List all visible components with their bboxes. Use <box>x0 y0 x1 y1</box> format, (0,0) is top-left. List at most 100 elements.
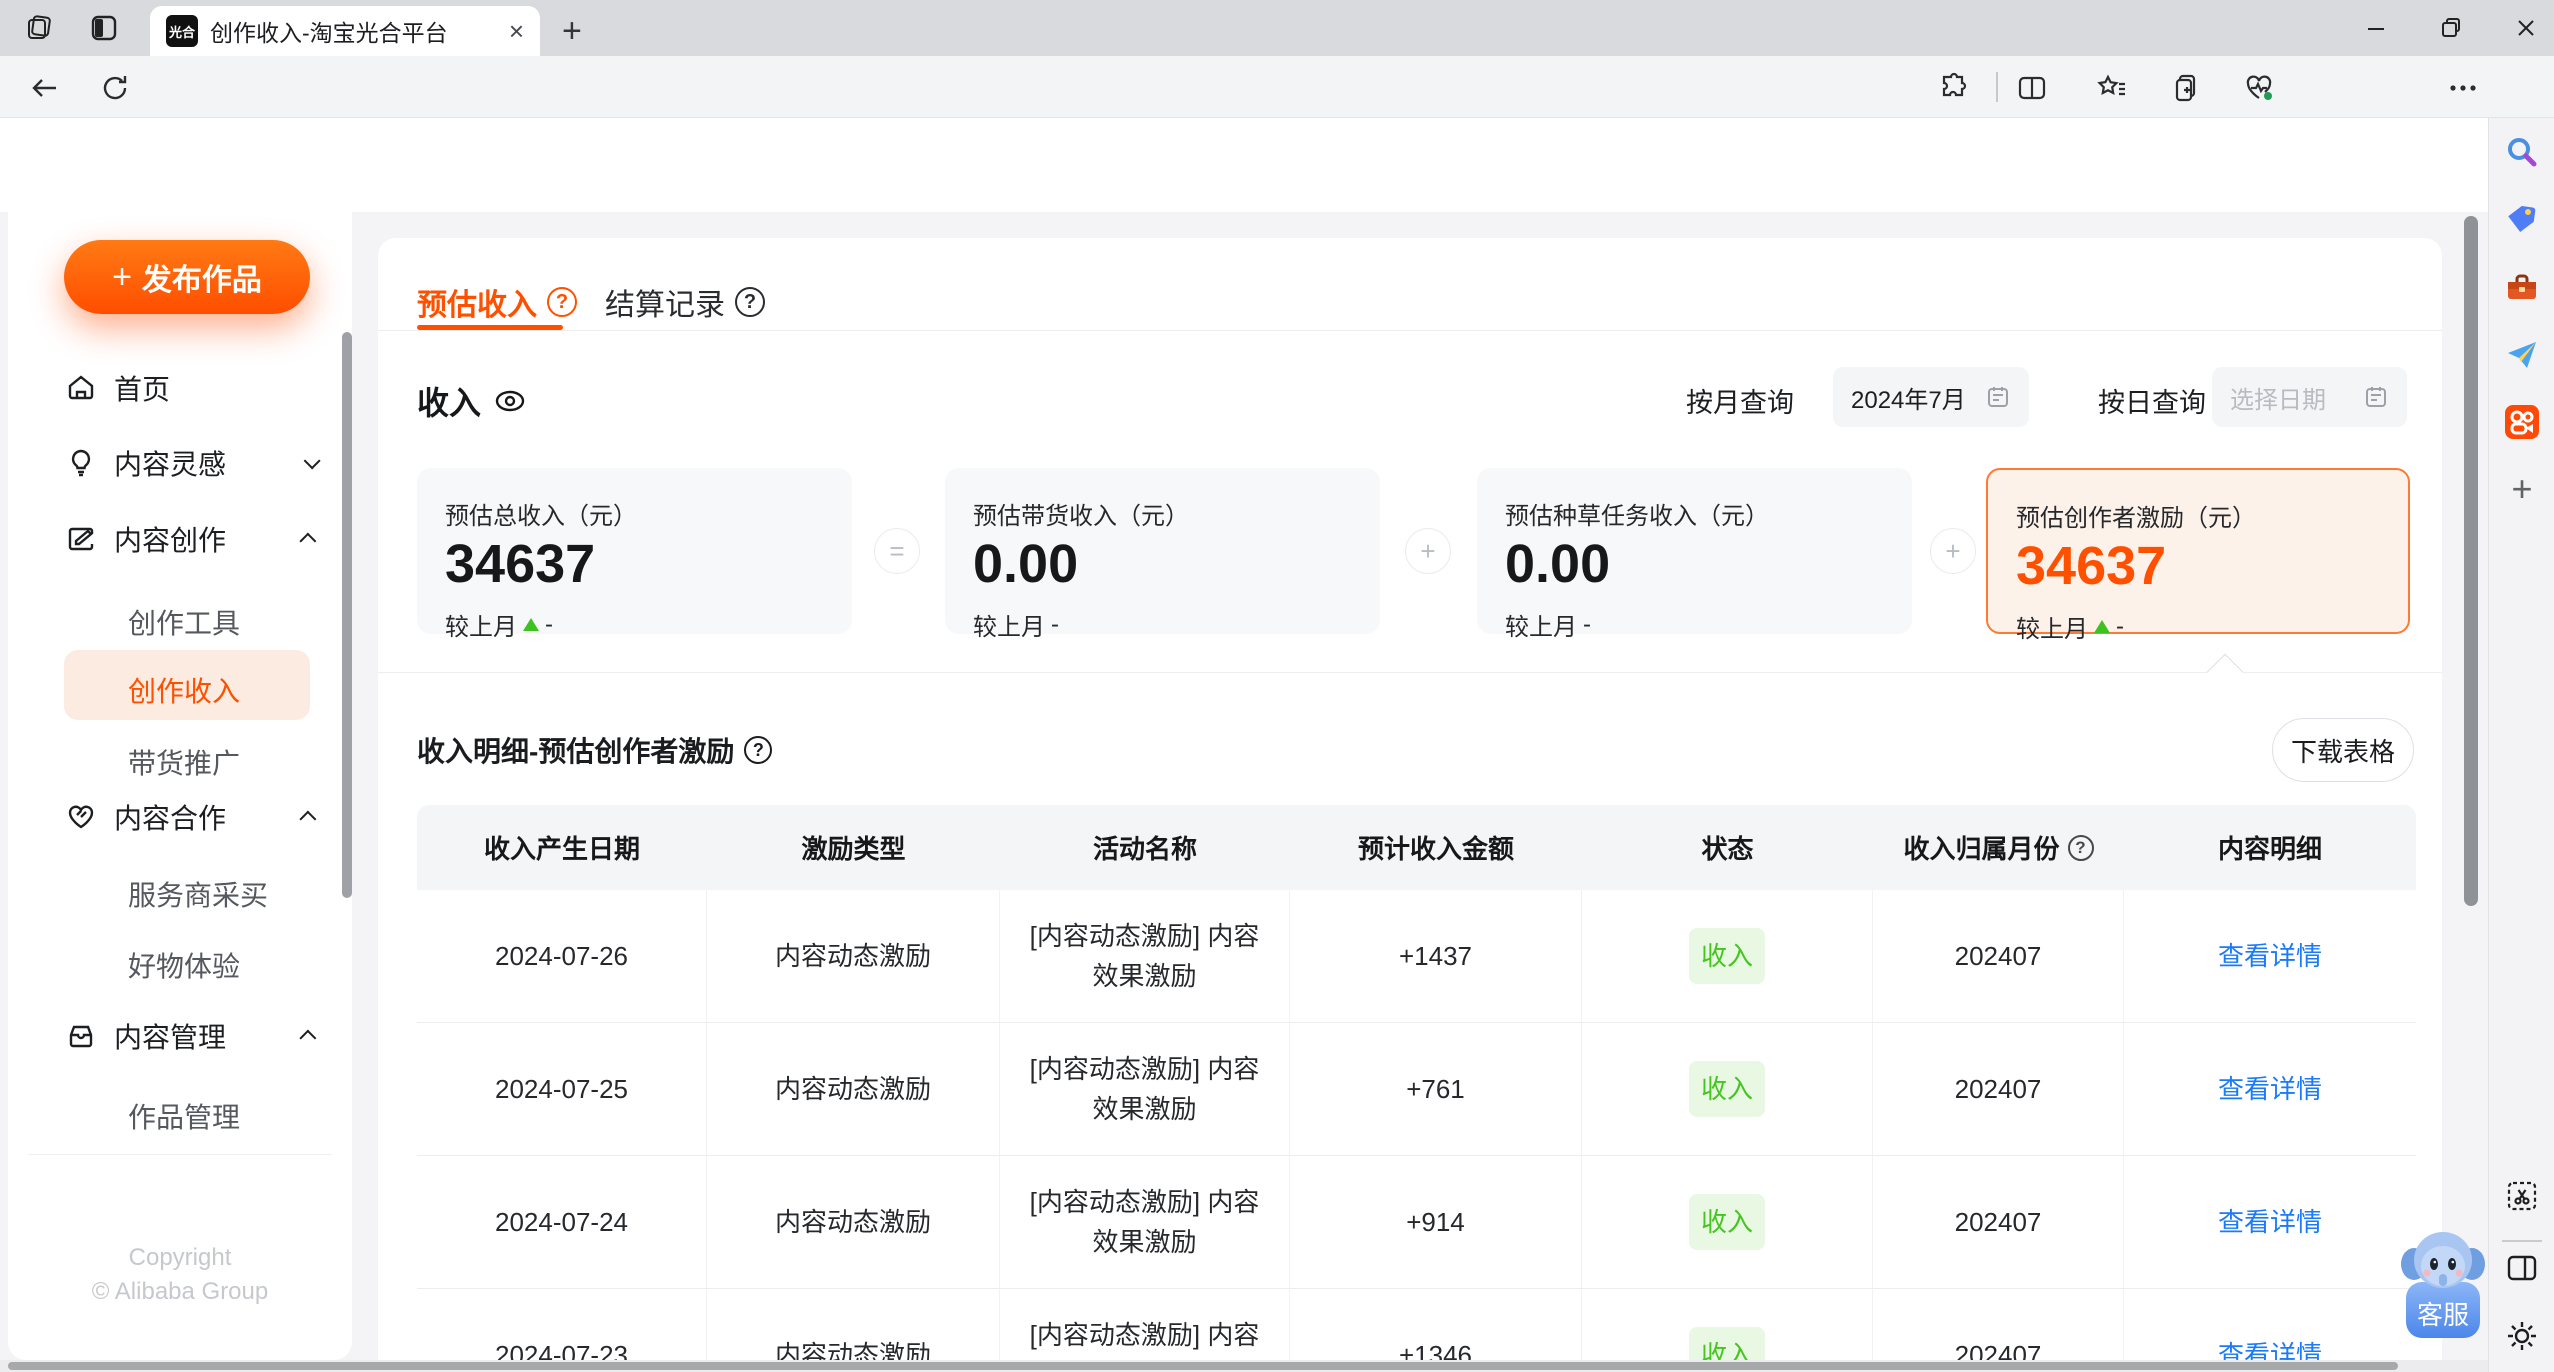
selected-card-caret <box>2206 653 2244 691</box>
cell-type: 内容动态激励 <box>707 1023 1000 1156</box>
more-icon[interactable] <box>2448 82 2478 94</box>
split-screen-icon[interactable] <box>2016 72 2048 104</box>
publish-button[interactable]: + 发布作品 <box>64 240 310 314</box>
sidebar-item-promotion[interactable]: 带货推广 <box>128 742 240 782</box>
minimize-icon[interactable] <box>2362 14 2390 42</box>
divider <box>378 330 2442 331</box>
eye-icon[interactable] <box>493 384 527 418</box>
sidebar-item-inspiration[interactable]: 内容灵感 <box>8 433 352 493</box>
sidebar-item-works-management[interactable]: 作品管理 <box>128 1096 240 1136</box>
card-value: 0.00 <box>1505 534 1611 594</box>
view-details-link[interactable]: 查看详情 <box>2218 1069 2322 1109</box>
restore-icon[interactable] <box>2437 14 2465 42</box>
browser-toolbar: https://creator.guanghe.taobao.com/page/… <box>0 56 2554 167</box>
sidebar-item-creation[interactable]: 内容创作 <box>8 509 352 569</box>
sidebar-divider <box>28 1154 332 1155</box>
paper-plane-icon[interactable] <box>2504 337 2540 373</box>
cell-activity: [内容动态激励] 内容效果激励 <box>1000 1156 1290 1289</box>
plus-operator: + <box>1405 528 1451 574</box>
sidebar-item-product-trial[interactable]: 好物体验 <box>128 945 240 985</box>
month-picker[interactable]: 2024年7月 <box>1833 367 2029 427</box>
copyright-line1: Copyright <box>128 1244 232 1271</box>
main-panel: 预估收入 ? 结算记录 ? 收入 按月查询 2024年7月 按日查询 选择日期 … <box>378 238 2442 1372</box>
sidebar-divider <box>2502 1240 2542 1242</box>
workspaces-icon[interactable] <box>26 14 54 42</box>
calendar-icon <box>2363 384 2389 410</box>
card-creator-incentive[interactable]: 预估创作者激励（元） 34637 较上月 - <box>1986 468 2410 643</box>
tab-settlement-records[interactable]: 结算记录 ? <box>605 280 765 324</box>
sidebar-item-creation-income[interactable]: 创作收入 <box>128 670 240 710</box>
settings-gear-icon[interactable] <box>2504 1318 2540 1354</box>
collections-icon[interactable] <box>2171 72 2203 104</box>
heart-hands-icon <box>66 802 96 832</box>
col-header-status: 状态 <box>1582 805 1873 890</box>
shopping-tag-icon[interactable] <box>2504 202 2540 238</box>
sidebar-item-creation-tools[interactable]: 创作工具 <box>128 602 240 642</box>
tab-label: 预估收入 <box>417 289 537 322</box>
help-icon[interactable]: ? <box>2067 834 2094 861</box>
col-header-activity: 活动名称 <box>1000 805 1290 890</box>
card-compare: 较上月 - <box>973 610 1059 642</box>
refresh-icon[interactable] <box>100 73 130 103</box>
sidebar-item-collaboration[interactable]: 内容合作 <box>8 787 352 847</box>
col-header-amount: 预计收入金额 <box>1290 805 1582 890</box>
view-details-link[interactable]: 查看详情 <box>2218 1202 2322 1242</box>
sidebar-item-management[interactable]: 内容管理 <box>8 1006 352 1066</box>
kuaishou-icon[interactable] <box>2504 404 2540 440</box>
side-panel-icon[interactable] <box>2504 1250 2540 1286</box>
cell-detail: 查看详情 <box>2124 890 2416 1023</box>
view-details-link[interactable]: 查看详情 <box>2218 936 2322 976</box>
calendar-icon <box>1985 384 2011 410</box>
cell-amount: +1437 <box>1290 890 1582 1023</box>
card-total-income[interactable]: 预估总收入（元） 34637 较上月 - <box>417 468 852 641</box>
page-vertical-scrollbar[interactable] <box>2464 216 2478 906</box>
cell-month: 202407 <box>1873 1023 2124 1156</box>
elephant-mascot-icon <box>2401 1232 2485 1288</box>
month-query-label: 按月查询 <box>1686 388 1794 418</box>
sidebar-item-home[interactable]: 首页 <box>8 358 352 418</box>
cell-date: 2024-07-25 <box>417 1023 707 1156</box>
favorites-list-icon[interactable] <box>2096 72 2128 104</box>
card-label: 预估种草任务收入（元） <box>1505 503 1769 530</box>
search-icon[interactable] <box>2504 134 2540 170</box>
back-icon[interactable] <box>30 73 60 103</box>
sidebar-item-service-purchase[interactable]: 服务商采买 <box>128 874 268 914</box>
window-close-icon[interactable] <box>2512 14 2540 42</box>
tab-actions-icon[interactable] <box>90 14 118 42</box>
day-picker[interactable]: 选择日期 <box>2212 367 2407 427</box>
sidebar-item-label: 内容合作 <box>114 803 227 834</box>
sidebar-scrollbar[interactable] <box>342 332 352 898</box>
download-table-button[interactable]: 下载表格 <box>2272 718 2414 782</box>
cell-detail: 查看详情 <box>2124 1156 2416 1289</box>
help-icon[interactable]: ? <box>735 287 765 317</box>
lightbulb-icon <box>66 448 96 478</box>
new-tab-icon[interactable]: + <box>562 12 582 51</box>
help-icon[interactable]: ? <box>547 287 577 317</box>
cell-status: 收入 <box>1582 890 1873 1023</box>
cell-amount: +914 <box>1290 1156 1582 1289</box>
horizontal-scrollbar-thumb[interactable] <box>8 1362 2398 1370</box>
site-favicon: 光合 <box>166 15 198 47</box>
screenshot-icon[interactable] <box>2504 1178 2540 1214</box>
chevron-up-icon <box>299 532 317 550</box>
edit-icon <box>66 524 96 554</box>
tab-close-icon[interactable]: × <box>509 16 524 47</box>
help-icon[interactable]: ? <box>744 736 773 764</box>
card-sales-income[interactable]: 预估带货收入（元） 0.00 较上月 - <box>945 468 1380 641</box>
extensions-icon[interactable] <box>1938 72 1970 104</box>
sidebar-item-label: 内容灵感 <box>114 449 227 480</box>
card-seeding-task-income[interactable]: 预估种草任务收入（元） 0.00 较上月 - <box>1477 468 1912 641</box>
col-header-month: 收入归属月份 ? <box>1873 805 2124 890</box>
cell-date: 2024-07-24 <box>417 1156 707 1289</box>
toolbox-icon[interactable] <box>2504 270 2540 306</box>
browser-essentials-icon[interactable] <box>2243 72 2275 104</box>
tab-estimated-income[interactable]: 预估收入 ? <box>417 280 577 324</box>
trend-up-icon <box>2094 620 2110 633</box>
detail-section-title: 收入明细-预估创作者激励 ? <box>417 730 773 770</box>
add-sidebar-app-icon[interactable]: + <box>2504 468 2540 509</box>
card-value: 0.00 <box>973 534 1079 594</box>
cell-amount: +761 <box>1290 1023 1582 1156</box>
browser-tab[interactable]: 光合 创作收入-淘宝光合平台 × <box>150 6 540 56</box>
cell-activity: [内容动态激励] 内容效果激励 <box>1000 1023 1290 1156</box>
cell-activity: [内容动态激励] 内容效果激励 <box>1000 890 1290 1023</box>
